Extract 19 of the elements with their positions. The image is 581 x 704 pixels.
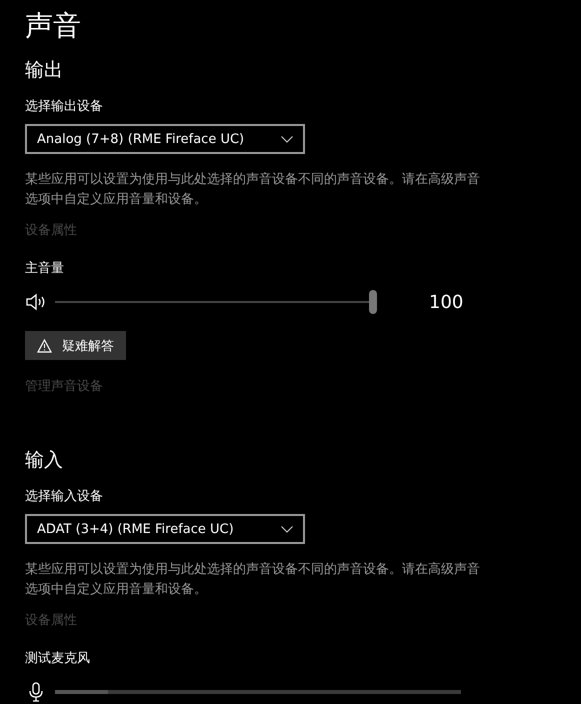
- volume-value: 100: [429, 292, 464, 312]
- device-dropdown[interactable]: Analog (7+8) (RME Fireface UC): [25, 124, 305, 154]
- section-heading: 输入: [25, 448, 64, 473]
- slider-thumb[interactable]: [369, 290, 377, 314]
- volume-slider[interactable]: [55, 290, 377, 314]
- device-label: 选择输入设备: [25, 488, 104, 506]
- chevron-down-icon: [281, 526, 293, 532]
- device-dropdown[interactable]: ADAT (3+4) (RME Fireface UC): [25, 514, 305, 544]
- device-label: 选择输出设备: [25, 98, 104, 116]
- chevron-down-icon: [281, 136, 293, 142]
- volume-label: 主音量: [25, 260, 65, 278]
- description-text: 某些应用可以设置为使用与此处选择的声音设备不同的声音设备。请在高级声音选项中自定义应用音量和设备。: [25, 171, 480, 209]
- warning-icon: [37, 338, 52, 352]
- speaker-icon: [25, 293, 47, 311]
- troubleshoot-button[interactable]: 疑难解答: [25, 331, 126, 360]
- description-text: 某些应用可以设置为使用与此处选择的声音设备不同的声音设备。请在高级声音选项中自定义应用音量和设备。: [25, 561, 480, 599]
- section-heading: 输出: [25, 58, 64, 83]
- page-title: 声音: [25, 8, 82, 44]
- mic-test-label: 测试麦克风: [25, 650, 91, 668]
